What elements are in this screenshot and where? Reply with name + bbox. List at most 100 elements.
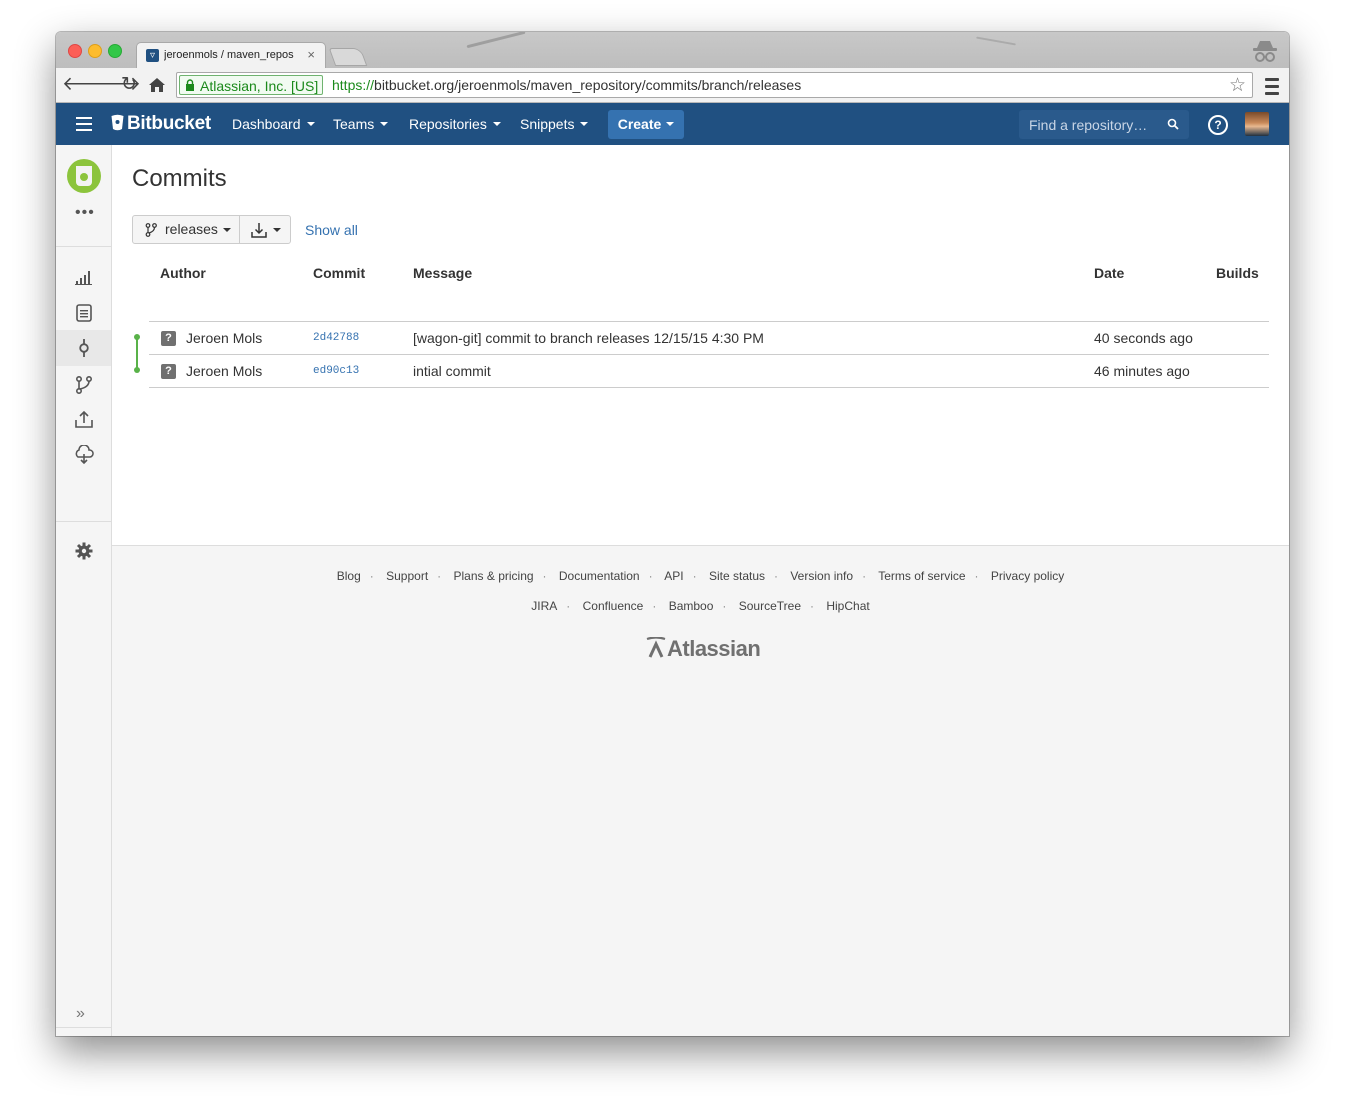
pull-requests-icon[interactable] — [74, 410, 94, 430]
caret-down-icon — [273, 228, 281, 232]
footer-link-site-status[interactable]: Site status — [709, 569, 765, 583]
footer-link-confluence[interactable]: Confluence — [583, 599, 644, 613]
overview-chart-icon[interactable] — [74, 267, 94, 287]
window-close-button[interactable] — [68, 44, 82, 58]
caret-down-icon — [666, 122, 675, 126]
footer-link-version-info[interactable]: Version info — [790, 569, 853, 583]
search-icon[interactable] — [1167, 118, 1179, 130]
nav-repositories-label: Repositories — [409, 116, 487, 132]
show-all-link[interactable]: Show all — [305, 222, 358, 238]
ev-certificate-badge[interactable]: Atlassian, Inc. [US] — [179, 75, 324, 95]
commits-icon[interactable] — [74, 338, 94, 358]
browser-menu-icon[interactable] — [1265, 74, 1279, 96]
caret-down-icon — [223, 228, 231, 232]
tab-close-icon[interactable]: × — [307, 47, 315, 62]
new-tab-button[interactable] — [328, 48, 368, 66]
tabstrip-texture — [976, 36, 1016, 46]
column-header-date: Date — [1094, 265, 1125, 281]
footer-link-terms[interactable]: Terms of service — [878, 569, 965, 583]
sidebar-divider — [56, 246, 112, 247]
footer-link-bamboo[interactable]: Bamboo — [669, 599, 714, 613]
commits-main: Commits releases Show all Author Commit … — [112, 145, 1289, 545]
lock-icon — [186, 79, 194, 91]
commit-message: [wagon-git] commit to branch releases 12… — [413, 330, 764, 346]
footer-link-privacy[interactable]: Privacy policy — [991, 569, 1064, 583]
bookmark-star-icon[interactable]: ☆ — [1229, 74, 1246, 97]
nav-dashboard-label: Dashboard — [232, 116, 301, 132]
commit-graph-line — [136, 336, 138, 370]
commit-message: intial commit — [413, 363, 491, 379]
source-file-icon[interactable] — [74, 303, 94, 323]
commit-hash-link[interactable]: ed90c13 — [313, 365, 359, 377]
window-minimize-button[interactable] — [88, 44, 102, 58]
browser-window: ▿ jeroenmols / maven_repos × 🡐 🡒 ↻ Atlas… — [56, 32, 1289, 1036]
unknown-author-icon: ? — [161, 331, 176, 346]
caret-down-icon — [380, 122, 389, 126]
commit-graph-dot — [134, 334, 140, 340]
tab-strip: ▿ jeroenmols / maven_repos × — [56, 32, 1289, 68]
branch-icon — [145, 223, 157, 237]
nav-dashboard[interactable]: Dashboard — [232, 116, 315, 132]
nav-snippets-label: Snippets — [520, 116, 575, 132]
atlassian-logo[interactable]: Atlassian — [645, 636, 761, 662]
footer-link-jira[interactable]: JIRA — [531, 599, 557, 613]
footer-link-api[interactable]: API — [664, 569, 683, 583]
nav-snippets[interactable]: Snippets — [520, 116, 589, 132]
url-text[interactable]: https://bitbucket.org/jeroenmols/maven_r… — [332, 77, 801, 93]
footer-links-products: JIRA · Confluence · Bamboo · SourceTree · Hi… — [531, 599, 870, 613]
url-scheme: https:// — [332, 77, 375, 93]
branch-selector-label: releases — [165, 221, 218, 237]
footer-link-support[interactable]: Support — [386, 569, 428, 583]
home-icon[interactable] — [146, 74, 168, 96]
column-header-commit: Commit — [313, 265, 366, 281]
footer-link-plans[interactable]: Plans & pricing — [454, 569, 534, 583]
bitbucket-favicon-icon: ▿ — [146, 49, 159, 62]
browser-tab-active[interactable]: ▿ jeroenmols / maven_repos × — [136, 42, 326, 68]
bitbucket-logo[interactable]: Bitbucket — [111, 113, 211, 135]
footer-link-blog[interactable]: Blog — [337, 569, 361, 583]
commit-hash-link[interactable]: 2d42788 — [313, 332, 359, 344]
table-row: ? Jeroen Mols 2d42788 [wagon-git] commit… — [149, 322, 1269, 354]
expand-sidebar-icon[interactable]: » — [76, 1005, 85, 1023]
download-button[interactable] — [239, 215, 291, 244]
help-icon[interactable]: ? — [1208, 115, 1228, 135]
column-header-builds: Builds — [1216, 265, 1259, 281]
settings-gear-icon[interactable] — [74, 541, 94, 561]
nav-repositories[interactable]: Repositories — [409, 116, 501, 132]
sidebar-divider — [56, 521, 112, 522]
bitbucket-header: Bitbucket Dashboard Teams Repositories S… — [56, 103, 1289, 145]
repository-avatar[interactable] — [67, 159, 101, 193]
column-header-message: Message — [413, 265, 473, 281]
more-actions-icon[interactable]: ••• — [75, 205, 95, 221]
commit-author: Jeroen Mols — [186, 363, 263, 379]
address-bar[interactable]: Atlassian, Inc. [US] https://bitbucket.o… — [176, 72, 1253, 98]
atlassian-logo-icon — [646, 637, 666, 658]
bitbucket-bucket-icon — [111, 114, 124, 131]
tabstrip-texture — [466, 32, 526, 49]
reload-icon[interactable]: ↻ — [118, 74, 140, 96]
back-arrow-icon[interactable]: 🡐 — [62, 74, 113, 96]
repository-sidebar: ••• » — [56, 145, 112, 1036]
footer-link-sourcetree[interactable]: SourceTree — [739, 599, 801, 613]
branch-selector-button[interactable]: releases — [132, 215, 240, 244]
user-avatar[interactable] — [1245, 112, 1269, 136]
footer-link-hipchat[interactable]: HipChat — [826, 599, 869, 613]
unknown-author-icon: ? — [161, 364, 176, 379]
repository-search-input[interactable]: Find a repository… — [1019, 110, 1189, 139]
tab-title: jeroenmols / maven_repos — [164, 49, 294, 61]
hamburger-menu-icon[interactable] — [76, 117, 92, 131]
window-maximize-button[interactable] — [108, 44, 122, 58]
forward-arrow-icon[interactable]: 🡒 — [90, 74, 141, 96]
create-button[interactable]: Create — [608, 110, 684, 139]
table-divider — [149, 387, 1269, 388]
caret-down-icon — [306, 122, 315, 126]
caret-down-icon — [492, 122, 501, 126]
footer-link-documentation[interactable]: Documentation — [559, 569, 640, 583]
url-path: bitbucket.org/jeroenmols/maven_repositor… — [374, 77, 802, 93]
nav-teams[interactable]: Teams — [333, 116, 389, 132]
commit-date: 40 seconds ago — [1094, 330, 1193, 346]
branches-icon[interactable] — [74, 375, 94, 395]
downloads-cloud-icon[interactable] — [74, 445, 94, 465]
table-row: ? Jeroen Mols ed90c13 intial commit 46 m… — [149, 355, 1269, 387]
footer-links-primary: Blog · Support · Plans & pricing · Document… — [336, 569, 1065, 583]
